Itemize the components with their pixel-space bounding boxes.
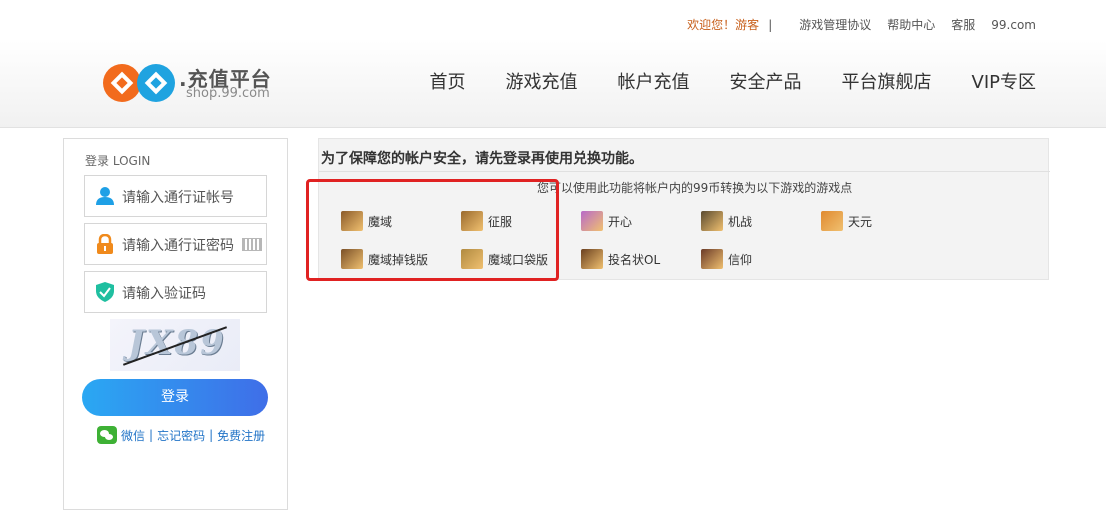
account-placeholder: 请输入通行证帐号	[122, 190, 234, 206]
wechat-icon[interactable]	[97, 426, 117, 444]
link-99com[interactable]: 99.com	[991, 18, 1036, 32]
account-input[interactable]: 请输入通行证帐号	[84, 175, 267, 217]
nav-game-recharge[interactable]: 游戏充值	[506, 68, 578, 94]
nav-vip[interactable]: VIP专区	[972, 68, 1036, 94]
forgot-password-link[interactable]: 忘记密码	[157, 427, 205, 444]
game-icon	[701, 211, 723, 231]
nav-flagship-store[interactable]: 平台旗舰店	[842, 68, 932, 94]
welcome-text: 欢迎您！游客	[687, 18, 760, 32]
logo[interactable]: .充值平台 shop.99.com	[103, 62, 283, 106]
exchange-note: 您可以使用此功能将帐户内的99币转换为以下游戏的游戏点	[537, 181, 853, 195]
game-item[interactable]: 开心	[581, 211, 632, 231]
keyboard-icon[interactable]	[242, 238, 262, 251]
nav-security-products[interactable]: 安全产品	[730, 68, 802, 94]
nav-home[interactable]: 首页	[430, 68, 466, 94]
user-icon	[96, 187, 114, 205]
game-item[interactable]: 投名状OL	[581, 249, 660, 269]
captcha-placeholder: 请输入验证码	[122, 286, 206, 302]
nav-account-recharge[interactable]: 帐户充值	[618, 68, 690, 94]
lock-icon	[97, 234, 113, 254]
login-title: 登录 LOGIN	[85, 154, 151, 168]
captcha-image[interactable]: JX89	[110, 319, 240, 371]
game-item[interactable]: 天元	[821, 211, 872, 231]
wechat-link[interactable]: 微信	[121, 427, 145, 444]
game-label: 信仰	[728, 252, 753, 267]
login-links: 微信 | 忘记密码 | 免费注册	[97, 426, 265, 444]
main-nav: 首页 游戏充值 帐户充值 安全产品 平台旗舰店 VIP专区	[430, 68, 1036, 94]
password-placeholder: 请输入通行证密码	[122, 238, 234, 254]
game-label: 机战	[728, 214, 753, 229]
link-customer-service[interactable]: 客服	[951, 16, 975, 33]
header: .充值平台 shop.99.com 首页 游戏充值 帐户充值 安全产品 平台旗舰…	[0, 40, 1106, 128]
game-item[interactable]: 机战	[701, 211, 752, 231]
game-icon	[821, 211, 843, 231]
separator: |	[768, 17, 773, 32]
top-bar: 欢迎您！游客 | 游戏管理协议 帮助中心 客服 99.com	[0, 0, 1106, 40]
top-links: 欢迎您！游客 | 游戏管理协议 帮助中心 客服 99.com	[687, 16, 1036, 33]
logo-subtitle: shop.99.com	[186, 86, 270, 101]
game-label: 投名状OL	[608, 252, 661, 267]
login-button[interactable]: 登录	[82, 379, 268, 416]
game-item[interactable]: 信仰	[701, 249, 752, 269]
highlight-box	[306, 179, 559, 281]
password-input[interactable]: 请输入通行证密码	[84, 223, 267, 265]
exchange-title: 为了保障您的帐户安全，请先登录再使用兑换功能。	[321, 151, 643, 167]
shield-check-icon	[96, 282, 114, 302]
game-icon	[581, 211, 603, 231]
link-help-center[interactable]: 帮助中心	[887, 16, 935, 33]
login-panel: 登录 LOGIN 请输入通行证帐号 请输入通行证密码 请输入验证码 JX89 登…	[63, 138, 288, 510]
divider	[319, 171, 1050, 172]
game-icon	[701, 249, 723, 269]
game-label: 开心	[608, 214, 633, 229]
game-icon	[581, 249, 603, 269]
game-label: 天元	[848, 214, 873, 229]
link-agreement[interactable]: 游戏管理协议	[799, 16, 871, 33]
captcha-input[interactable]: 请输入验证码	[84, 271, 267, 313]
register-link[interactable]: 免费注册	[217, 427, 265, 444]
